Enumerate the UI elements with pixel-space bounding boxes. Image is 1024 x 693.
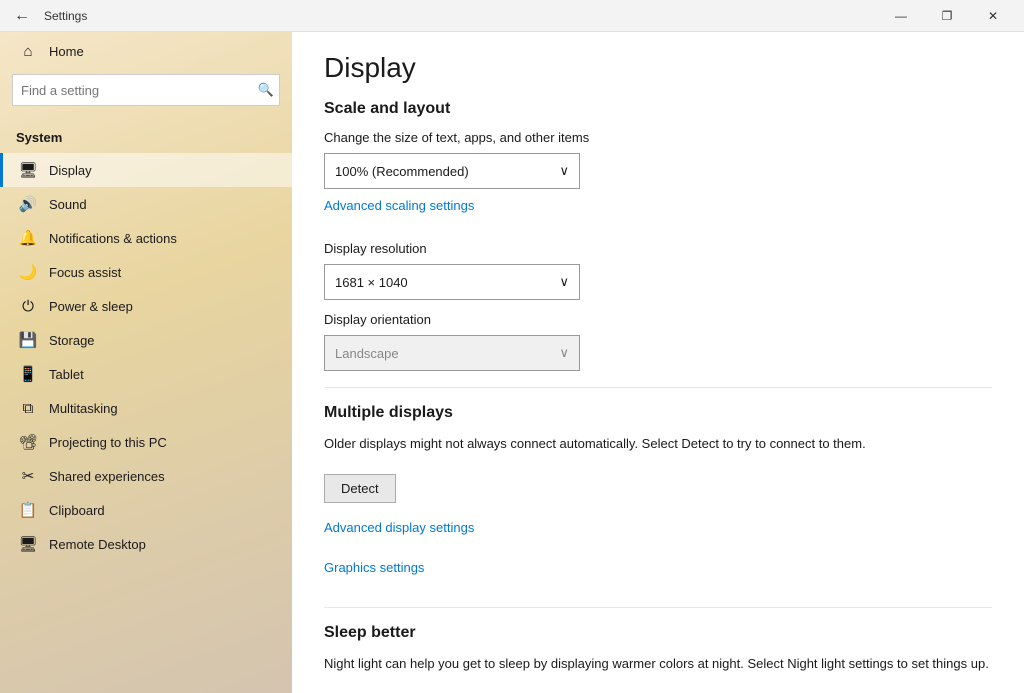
sidebar-label-clipboard: Clipboard: [49, 503, 105, 518]
power-icon: ⏻: [19, 297, 37, 315]
sidebar-item-remote[interactable]: 🖥 Remote Desktop: [0, 527, 292, 561]
sidebar-item-focus[interactable]: 🌙 Focus assist: [0, 255, 292, 289]
close-button[interactable]: ✕: [970, 0, 1016, 32]
titlebar-title: Settings: [36, 9, 878, 23]
system-section-label: System: [0, 114, 292, 153]
sidebar-label-remote: Remote Desktop: [49, 537, 146, 552]
scale-chevron-icon: ∨: [559, 163, 569, 179]
scale-section-title: Scale and layout: [324, 100, 992, 118]
sidebar-item-storage[interactable]: 💾 Storage: [0, 323, 292, 357]
sidebar-item-power[interactable]: ⏻ Power & sleep: [0, 289, 292, 323]
advanced-display-link[interactable]: Advanced display settings: [324, 520, 474, 535]
section-divider-1: [324, 387, 992, 388]
back-button[interactable]: ←: [8, 2, 36, 30]
resolution-value: 1681 × 1040: [335, 275, 408, 290]
sidebar-item-tablet[interactable]: 📱 Tablet: [0, 357, 292, 391]
sidebar-item-sound[interactable]: 🔊 Sound: [0, 187, 292, 221]
sidebar-label-storage: Storage: [49, 333, 95, 348]
graphics-link[interactable]: Graphics settings: [324, 560, 424, 575]
sidebar-label-notifications: Notifications & actions: [49, 231, 177, 246]
clipboard-icon: 📋: [19, 501, 37, 519]
sidebar-item-clipboard[interactable]: 📋 Clipboard: [0, 493, 292, 527]
sidebar-label-shared: Shared experiences: [49, 469, 165, 484]
minimize-button[interactable]: —: [878, 0, 924, 32]
storage-icon: 💾: [19, 331, 37, 349]
shared-icon: ✂: [19, 467, 37, 485]
orientation-chevron-icon: ∨: [559, 345, 569, 361]
multitasking-icon: ⧉: [19, 399, 37, 417]
sleep-section-title: Sleep better: [324, 624, 992, 642]
orientation-dropdown: Landscape ∨: [324, 335, 580, 371]
search-input[interactable]: [12, 74, 280, 106]
focus-icon: 🌙: [19, 263, 37, 281]
sidebar-label-display: Display: [49, 163, 92, 178]
multiple-section-title: Multiple displays: [324, 404, 992, 422]
sidebar-item-home[interactable]: ⌂ Home: [0, 32, 292, 70]
scale-value: 100% (Recommended): [335, 164, 469, 179]
tablet-icon: 📱: [19, 365, 37, 383]
scale-label: Change the size of text, apps, and other…: [324, 130, 992, 145]
remote-icon: 🖥: [19, 535, 37, 553]
sidebar-label-power: Power & sleep: [49, 299, 133, 314]
sidebar-label-tablet: Tablet: [49, 367, 84, 382]
search-box: 🔍: [12, 74, 280, 106]
detect-button[interactable]: Detect: [324, 474, 396, 503]
sidebar-item-multitasking[interactable]: ⧉ Multitasking: [0, 391, 292, 425]
home-label: Home: [49, 44, 84, 59]
window-controls: — ❐ ✕: [878, 0, 1016, 32]
main-content: Display Scale and layout Change the size…: [292, 32, 1024, 693]
resolution-chevron-icon: ∨: [559, 274, 569, 290]
sound-icon: 🔊: [19, 195, 37, 213]
page-title: Display: [324, 52, 992, 84]
orientation-value: Landscape: [335, 346, 399, 361]
resolution-dropdown[interactable]: 1681 × 1040 ∨: [324, 264, 580, 300]
titlebar: ← Settings — ❐ ✕: [0, 0, 1024, 32]
sidebar-item-notifications[interactable]: 🔔 Notifications & actions: [0, 221, 292, 255]
projecting-icon: 📽: [19, 433, 37, 451]
advanced-scaling-link[interactable]: Advanced scaling settings: [324, 198, 474, 213]
maximize-button[interactable]: ❐: [924, 0, 970, 32]
home-icon: ⌂: [19, 42, 37, 60]
sidebar-label-focus: Focus assist: [49, 265, 121, 280]
sidebar-label-sound: Sound: [49, 197, 87, 212]
notifications-icon: 🔔: [19, 229, 37, 247]
sleep-desc: Night light can help you get to sleep by…: [324, 654, 992, 674]
orientation-label: Display orientation: [324, 312, 992, 327]
multiple-desc: Older displays might not always connect …: [324, 434, 992, 454]
app-body: ⌂ Home 🔍 System 🖥 Display 🔊 Sound 🔔 Noti…: [0, 32, 1024, 693]
sidebar-item-projecting[interactable]: 📽 Projecting to this PC: [0, 425, 292, 459]
scale-dropdown[interactable]: 100% (Recommended) ∨: [324, 153, 580, 189]
section-divider-2: [324, 607, 992, 608]
sidebar-label-projecting: Projecting to this PC: [49, 435, 167, 450]
display-icon: 🖥: [19, 161, 37, 179]
sidebar: ⌂ Home 🔍 System 🖥 Display 🔊 Sound 🔔 Noti…: [0, 32, 292, 693]
sidebar-label-multitasking: Multitasking: [49, 401, 118, 416]
resolution-label: Display resolution: [324, 241, 992, 256]
sidebar-item-shared[interactable]: ✂ Shared experiences: [0, 459, 292, 493]
sidebar-item-display[interactable]: 🖥 Display: [0, 153, 292, 187]
